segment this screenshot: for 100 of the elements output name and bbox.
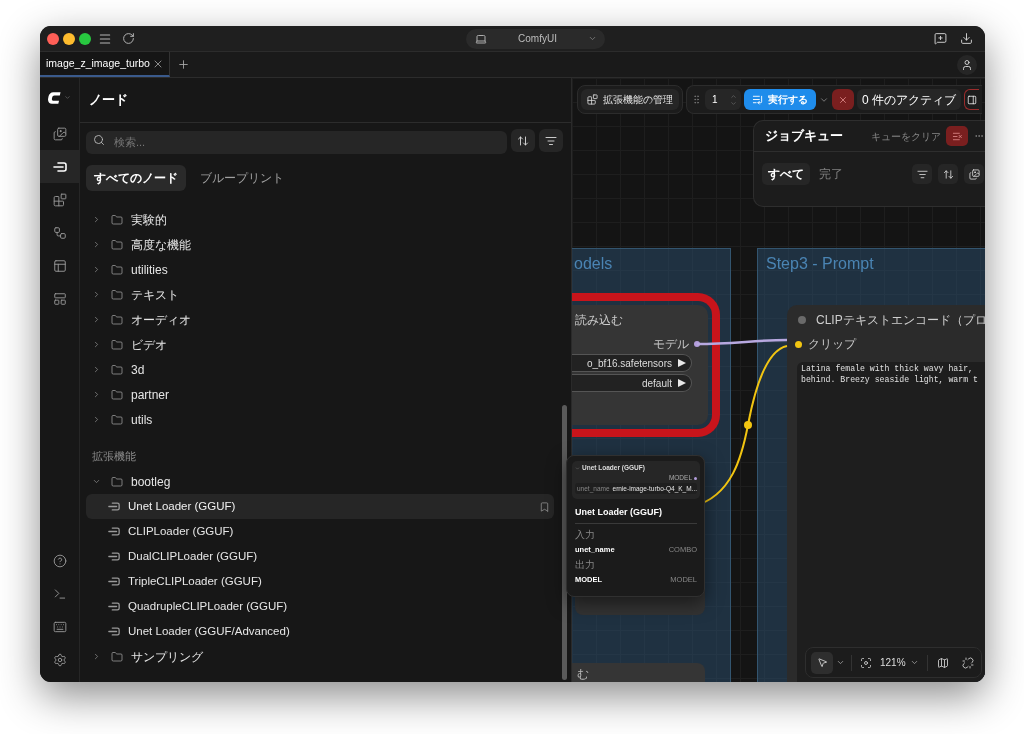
pointer-tool-button[interactable] xyxy=(811,651,833,674)
node-list-item[interactable]: TripleCLIPLoader (GGUF) xyxy=(86,569,554,594)
scrollbar-thumb[interactable] xyxy=(562,405,567,680)
search-field[interactable]: 検索... xyxy=(86,130,507,154)
combo-widget[interactable]: default xyxy=(572,374,692,392)
drag-handle-icon[interactable] xyxy=(691,94,702,105)
zoom-level-dropdown[interactable]: 121% xyxy=(880,655,919,670)
folder-item[interactable]: utils xyxy=(86,407,553,432)
bookmark-icon[interactable] xyxy=(539,500,550,513)
folder-item[interactable]: オーディオ xyxy=(86,307,553,332)
window-minimize-button[interactable] xyxy=(63,32,75,45)
node-list-item[interactable]: CLIPLoader (GGUF) xyxy=(86,519,554,544)
new-tab-icon[interactable] xyxy=(177,58,190,71)
group-title: Step3 - Prompt xyxy=(766,255,874,272)
filter-icon xyxy=(916,168,928,180)
node-title: 読み込む xyxy=(575,312,623,329)
unlink-icon[interactable] xyxy=(961,656,974,669)
folder-icon xyxy=(111,413,123,426)
download-icon[interactable] xyxy=(960,32,973,45)
user-avatar-icon[interactable] xyxy=(957,54,977,75)
section-heading: 入力 xyxy=(575,528,595,542)
node-icon xyxy=(108,602,120,611)
blocks-icon xyxy=(587,94,598,105)
panel-icon xyxy=(967,94,977,105)
window-close-button[interactable] xyxy=(47,32,59,45)
node-icon xyxy=(108,577,120,586)
logo-icon[interactable] xyxy=(48,91,61,104)
reload-icon[interactable] xyxy=(122,32,135,45)
filter-button[interactable] xyxy=(912,164,932,184)
combo-widget[interactable]: o_bf16.safetensors xyxy=(572,354,692,372)
folder-icon xyxy=(111,263,123,276)
minimap-icon[interactable] xyxy=(936,656,949,669)
folder-item[interactable]: bootleg xyxy=(86,469,553,494)
chevron-down-icon xyxy=(909,658,919,667)
section-heading: 拡張機能 xyxy=(92,449,136,465)
cancel-button[interactable] xyxy=(832,89,854,110)
image-icon xyxy=(52,126,67,141)
folder-icon xyxy=(111,388,123,401)
node-list-item[interactable]: DualCLIPLoader (GGUF) xyxy=(86,544,554,569)
chevron-down-icon xyxy=(575,465,580,471)
image-view-button[interactable] xyxy=(964,164,984,184)
sort-button[interactable] xyxy=(511,129,535,152)
folder-icon xyxy=(111,363,123,376)
folder-item[interactable]: サンプリング xyxy=(86,644,553,669)
sort-icon xyxy=(517,134,529,147)
library-tab[interactable]: ブループリント xyxy=(192,165,292,191)
folder-icon xyxy=(111,338,123,351)
sort-button[interactable] xyxy=(938,164,958,184)
group-title: odels xyxy=(574,255,613,272)
node-icon xyxy=(108,627,120,636)
pointer-icon xyxy=(816,657,828,668)
folder-icon xyxy=(111,650,123,663)
node-icon xyxy=(108,502,120,511)
queue-filter-tab[interactable]: 完了 xyxy=(816,163,846,185)
folder-icon xyxy=(111,288,123,301)
folder-item[interactable]: ビデオ xyxy=(86,332,553,357)
node-card[interactable]: 読み込む モデル o_bf16.safetensors default xyxy=(572,305,708,425)
app-selector[interactable]: ComfyUI xyxy=(466,28,605,49)
folder-item[interactable]: 高度な機能 xyxy=(86,232,553,257)
fit-view-icon[interactable] xyxy=(860,656,872,669)
laptop-icon xyxy=(475,32,487,45)
filter-button[interactable] xyxy=(539,129,563,152)
caret-right-icon xyxy=(678,379,686,387)
clear-queue-link[interactable]: キューをクリア xyxy=(871,128,941,144)
node-icon xyxy=(52,159,67,174)
document-tab[interactable]: image_z_image_turbo xyxy=(40,52,170,77)
folder-item[interactable]: utilities xyxy=(86,257,553,282)
window-zoom-button[interactable] xyxy=(79,32,91,45)
sidebar-tab[interactable] xyxy=(40,150,79,183)
active-jobs-button[interactable]: 0 件のアクティブ xyxy=(857,89,961,110)
output-slot-icon[interactable] xyxy=(694,341,700,347)
node-list-item[interactable]: Unet Loader (GGUF) xyxy=(86,494,554,519)
panel-toggle-button[interactable] xyxy=(964,89,979,110)
folder-item[interactable]: 実験的 xyxy=(86,207,553,232)
chevron-down-icon xyxy=(588,34,597,43)
node-card[interactable]: む xyxy=(572,663,705,682)
node-list-item[interactable]: Unet Loader (GGUF/Advanced) xyxy=(86,619,554,644)
folder-item[interactable]: partner xyxy=(86,382,553,407)
folder-icon xyxy=(111,475,123,488)
clear-queue-button[interactable] xyxy=(946,126,968,146)
library-tab[interactable]: すべてのノード xyxy=(86,165,186,191)
node-canvas[interactable] xyxy=(572,78,985,682)
folder-icon xyxy=(111,313,123,326)
list-clear-icon xyxy=(951,130,963,142)
queue-filter-tab[interactable]: すべて xyxy=(762,163,810,185)
terminal-icon[interactable] xyxy=(52,586,67,601)
message-plus-icon[interactable] xyxy=(934,32,947,45)
panel-title: ジョブキュー xyxy=(765,127,843,146)
node-list-item[interactable]: QuadrupleCLIPLoader (GGUF) xyxy=(86,594,554,619)
sort-icon xyxy=(942,168,954,180)
keyboard-icon[interactable] xyxy=(52,619,67,634)
manage-extensions-button[interactable]: 拡張機能の管理 xyxy=(581,89,679,110)
settings-icon[interactable] xyxy=(52,652,67,667)
menu-icon[interactable] xyxy=(98,31,112,46)
layout-icon xyxy=(52,291,67,306)
chevron-down-icon[interactable] xyxy=(836,658,845,667)
folder-item[interactable]: 3d xyxy=(86,357,553,382)
folder-item[interactable]: テキスト xyxy=(86,282,553,307)
help-icon[interactable] xyxy=(52,553,67,568)
input-slot-icon[interactable] xyxy=(795,340,802,348)
